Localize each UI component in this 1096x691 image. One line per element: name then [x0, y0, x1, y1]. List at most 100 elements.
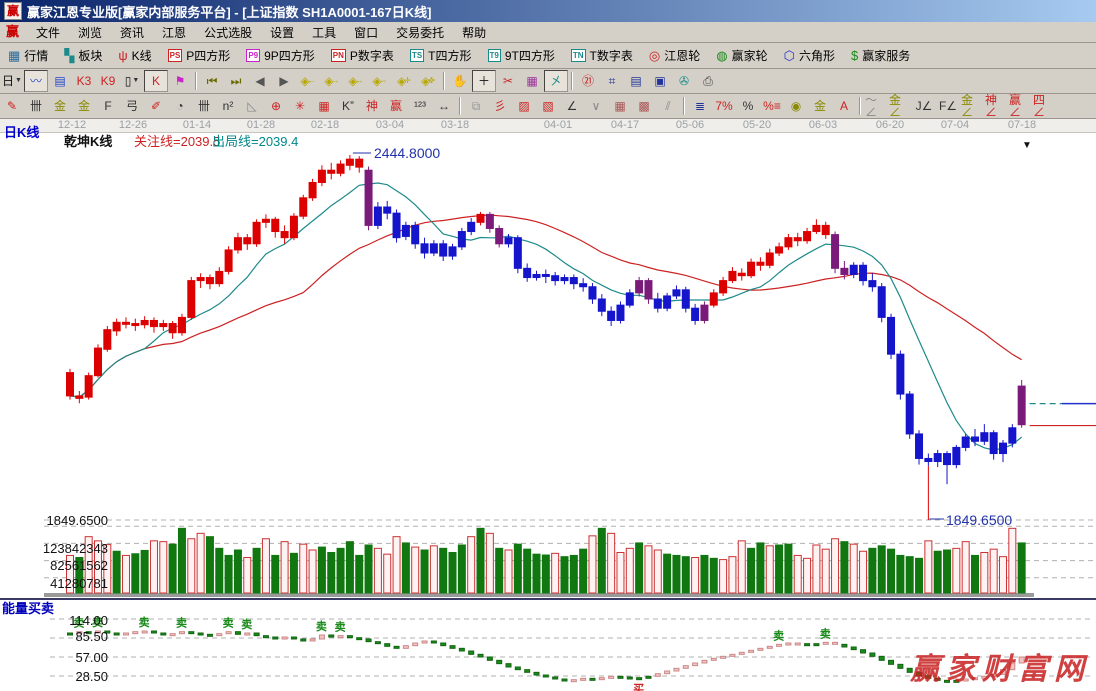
menu-item-6[interactable]: 设置 [261, 22, 303, 43]
f-angle-button[interactable]: F∠ [936, 95, 960, 117]
crosshair-tool-button[interactable]: ＋ [472, 70, 496, 92]
grid-box-button[interactable]: ▦ [312, 95, 336, 117]
k-quote-button[interactable]: Kˮ [336, 95, 360, 117]
menu-item-1[interactable]: 文件 [27, 22, 69, 43]
pattern-tool-button[interactable]: ▦ [520, 70, 544, 92]
menu-item-10[interactable]: 帮助 [453, 22, 495, 43]
gold-level-button[interactable]: 金 [808, 95, 832, 117]
diamond-expand-button[interactable]: ◈ ⇔ [368, 70, 392, 92]
hand-tool-button[interactable]: ✋ [448, 70, 472, 92]
hexagon-button[interactable]: ⬡ 六角形 [777, 44, 842, 67]
diamond-cross-button[interactable]: ◈ ✛ [392, 70, 416, 92]
j-angle-button[interactable]: J∠ [912, 95, 936, 117]
sectors-button[interactable]: ▚ 板块 [57, 44, 109, 67]
star-burst-button[interactable]: ✳ [288, 95, 312, 117]
p-number-table-button[interactable]: PN P数字表 [324, 44, 401, 67]
red-grid-arrow-button[interactable]: ▩ [632, 95, 656, 117]
parallel-lines-button[interactable]: ⫽ [656, 95, 680, 117]
kx-indicator-toggle[interactable]: K [144, 70, 168, 92]
abacus-button[interactable]: ¹²³ [408, 95, 432, 117]
diamond-right-button[interactable]: ◈ → [320, 70, 344, 92]
theme-tool-button[interactable]: 㐅 [544, 70, 568, 92]
percent7-button[interactable]: 7% [712, 95, 736, 117]
kline-button[interactable]: ψ K线 [111, 44, 158, 67]
qiankun-kline-toggle[interactable]: 〰 [24, 70, 48, 92]
pen-a-button[interactable]: A [832, 95, 856, 117]
v-lines-button[interactable]: ∨ [584, 95, 608, 117]
t-number-table-button[interactable]: TN T数字表 [564, 44, 640, 67]
menu-item-3[interactable]: 资讯 [111, 22, 153, 43]
calendar-button[interactable]: ㉑ [576, 70, 600, 92]
gold-angle-button[interactable]: 金∠ [888, 94, 912, 118]
kline-9-button[interactable]: K9 [96, 70, 120, 92]
gold-angle2-button[interactable]: 金∠ [960, 94, 984, 118]
red-grid-button[interactable]: ▦ [608, 95, 632, 117]
candle-style-dropdown[interactable]: ▯ ▼ [120, 70, 144, 92]
percent-button[interactable]: % [736, 95, 760, 117]
shen-tool-button[interactable]: 神 [360, 95, 384, 117]
gann-wheel-button[interactable]: ◎ 江恩轮 [642, 44, 707, 67]
box-fan-button[interactable]: ▨ [512, 95, 536, 117]
color-flag-button[interactable]: ⚑ [168, 70, 192, 92]
calculator-button[interactable]: ⌗ [600, 70, 624, 92]
print-button[interactable]: ⎙ [696, 70, 720, 92]
cut-tool-button[interactable]: ✂ [496, 70, 520, 92]
wave-angle-button[interactable]: 〜∠ [864, 94, 888, 118]
percent-lines-button[interactable]: %≡ [760, 95, 784, 117]
save-button[interactable]: ▣ [648, 70, 672, 92]
red-marker-button[interactable]: ✐ [144, 95, 168, 117]
hash-lines-button[interactable]: 卌 [192, 95, 216, 117]
first-page-button[interactable]: ⏮ [200, 70, 224, 92]
h-span-button[interactable]: ↔ [432, 95, 456, 117]
gann-gold-lines2-button[interactable]: 金 [72, 95, 96, 117]
fib-lines-button[interactable]: F [96, 95, 120, 117]
chevron-down-icon[interactable]: ▼ [1022, 140, 1032, 151]
winner-service-button[interactable]: $ 赢家服务 [844, 44, 917, 67]
kline-3-button[interactable]: K3 [72, 70, 96, 92]
angle-lines-button[interactable]: ∠ [560, 95, 584, 117]
t-square-button[interactable]: TS T四方形 [403, 44, 479, 67]
menu-item-2[interactable]: 浏览 [69, 22, 111, 43]
winner-wheel-button[interactable]: ◍ 赢家轮 [709, 44, 774, 67]
kline-chart-canvas[interactable]: 卖卖卖卖卖卖卖卖卖 卖买 [0, 131, 1096, 691]
t9-square-button[interactable]: T9 9T四方形 [481, 44, 562, 67]
ying-angle-button[interactable]: 赢∠ [1008, 94, 1032, 118]
chart-area[interactable]: 12-12 12-26 01-14 01-28 02-18 03-04 03-18 04-01… [0, 118, 1096, 691]
save-sync-button[interactable]: ✇ [672, 70, 696, 92]
menu-item-7[interactable]: 工具 [303, 22, 345, 43]
p9-square-button[interactable]: P9 9P四方形 [239, 44, 321, 67]
last-page-button[interactable]: ⏭ [224, 70, 248, 92]
shen-angle-button[interactable]: 神∠ [984, 94, 1008, 118]
p-square-button[interactable]: PS P四方形 [161, 44, 238, 67]
prev-button[interactable]: ◀ [248, 70, 272, 92]
menu-item-5[interactable]: 公式选股 [195, 22, 261, 43]
price-axis-min-label: 1849.6500 [46, 513, 108, 528]
box-select-button[interactable]: ⧉ [464, 95, 488, 117]
price-grid-button[interactable]: ≣ [688, 95, 712, 117]
fan-rays-button[interactable]: 彡 [488, 95, 512, 117]
period-day-dropdown[interactable]: 日 ▼ [0, 70, 24, 92]
gold-circle-button[interactable]: ◉ [784, 95, 808, 117]
four-angle-button[interactable]: 四∠ [1032, 94, 1056, 118]
gann-gold-lines-button[interactable]: 金 [48, 95, 72, 117]
circle-cross-button[interactable]: ⊕ [264, 95, 288, 117]
diamond-left-button[interactable]: ◈ ← [296, 70, 320, 92]
draw-brush-button[interactable]: ✎ [0, 95, 24, 117]
gann-circle-button[interactable]: ◔ [168, 95, 192, 117]
diamond-hspan-button[interactable]: ◈ ↔ [344, 70, 368, 92]
protractor-button[interactable]: ◺ [240, 95, 264, 117]
menu-item-9[interactable]: 交易委托 [387, 22, 453, 43]
t-number-table-button-icon: TN [570, 49, 586, 62]
notes-button[interactable]: ▤ [624, 70, 648, 92]
info-panel-button[interactable]: ▤ [48, 70, 72, 92]
menu-item-8[interactable]: 窗口 [345, 22, 387, 43]
box-rays-button[interactable]: ▧ [536, 95, 560, 117]
spiral-button[interactable]: 弓 [120, 95, 144, 117]
menu-item-4[interactable]: 江恩 [153, 22, 195, 43]
quotes-button[interactable]: ▦ 行情 [1, 44, 55, 67]
next-button[interactable]: ▶ [272, 70, 296, 92]
gann-lines-button[interactable]: 卌 [24, 95, 48, 117]
ying-tool-button[interactable]: 赢 [384, 95, 408, 117]
n-square-button[interactable]: n² [216, 95, 240, 117]
diamond-move-button[interactable]: ◈ ✜ [416, 70, 440, 92]
